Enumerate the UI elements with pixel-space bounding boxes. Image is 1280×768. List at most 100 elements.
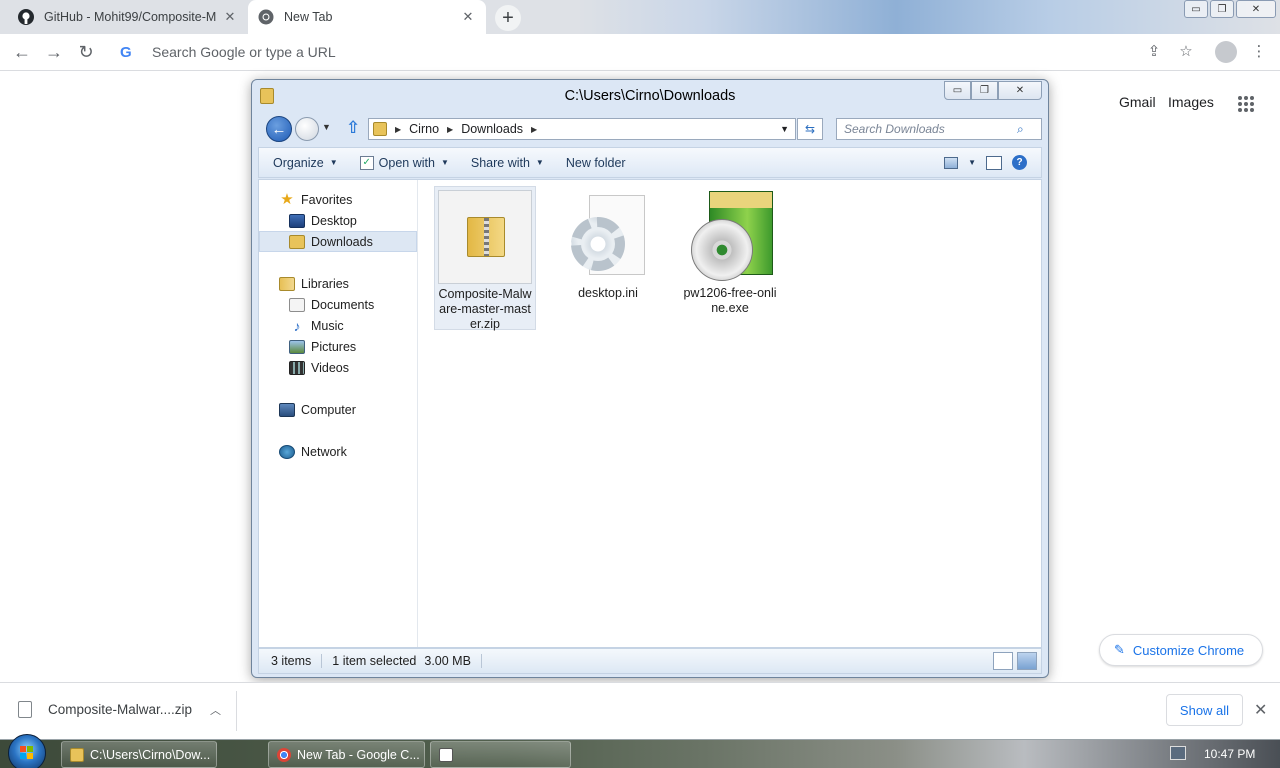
customize-label: Customize Chrome	[1132, 642, 1245, 658]
nav-item-videos[interactable]: Videos	[259, 357, 417, 378]
breadcrumb-item-cirno[interactable]: Cirno	[409, 122, 439, 136]
chevron-right-icon[interactable]: ▶	[531, 125, 537, 134]
nav-label: Libraries	[301, 276, 349, 291]
network-icon	[279, 444, 295, 459]
large-icons-view-icon[interactable]	[1017, 652, 1037, 670]
details-view-icon[interactable]	[993, 652, 1013, 670]
tab-new-tab[interactable]: New Tab ✕	[248, 0, 486, 34]
chevron-down-icon[interactable]: ▼	[968, 158, 976, 167]
explorer-window-controls: ▭ ❐ ✕	[944, 81, 1042, 100]
taskbar-button-app[interactable]	[430, 741, 571, 768]
customize-chrome-button[interactable]: ✎ Customize Chrome	[1099, 634, 1263, 666]
new-folder-label: New folder	[565, 155, 626, 170]
nav-item-network[interactable]: Network	[259, 441, 417, 462]
breadcrumb-item-downloads[interactable]: Downloads	[461, 122, 523, 136]
search-input[interactable]	[837, 122, 1017, 136]
taskbar-label: C:\Users\Cirno\Dow...	[90, 747, 211, 762]
close-window-button[interactable]: ✕	[1236, 0, 1276, 18]
restore-button[interactable]: ❐	[1210, 0, 1234, 18]
nav-item-downloads[interactable]: Downloads	[259, 231, 417, 252]
explorer-close-button[interactable]: ✕	[998, 81, 1042, 100]
file-name: pw1206-free-online.exe	[683, 286, 777, 315]
clock[interactable]: 10:47 PM	[1204, 747, 1255, 761]
nav-item-computer[interactable]: Computer	[259, 399, 417, 420]
network-tray-icon[interactable]	[1170, 746, 1186, 760]
show-all-button[interactable]: Show all	[1166, 694, 1243, 726]
explorer-search[interactable]: ⌕	[836, 118, 1042, 140]
nav-item-pictures[interactable]: Pictures	[259, 336, 417, 357]
taskbar-button-explorer[interactable]: C:\Users\Cirno\Dow...	[61, 741, 217, 768]
back-arrow-icon[interactable]: ←	[12, 42, 32, 62]
up-arrow-icon[interactable]: ⇧	[346, 119, 360, 137]
open-with-label: Open with	[378, 155, 435, 170]
nav-item-music[interactable]: ♪ Music	[259, 315, 417, 336]
chevron-down-icon[interactable]: ▼	[780, 124, 789, 134]
chevron-up-icon[interactable]: ︿	[210, 702, 221, 718]
zip-folder-icon	[438, 190, 532, 284]
desktop-icon	[289, 213, 305, 228]
browser-toolbar: ← → ↻ G ⇪ ☆ ⋮	[0, 34, 1280, 71]
nav-label: Network	[301, 444, 347, 459]
explorer-minimize-button[interactable]: ▭	[944, 81, 971, 100]
tab-github[interactable]: GitHub - Mohit99/Composite-M ✕	[8, 0, 248, 34]
nav-item-desktop[interactable]: Desktop	[259, 210, 417, 231]
file-item-exe[interactable]: pw1206-free-online.exe	[679, 186, 781, 330]
forward-arrow-icon[interactable]: →	[44, 42, 64, 62]
folder-icon	[373, 122, 387, 136]
address-input[interactable]	[152, 44, 1052, 60]
preview-pane-icon[interactable]	[986, 155, 1002, 170]
file-item-zip[interactable]: Composite-Malware-master-master.zip	[434, 186, 536, 331]
omnibox[interactable]: G	[110, 37, 1206, 67]
tab-close-button[interactable]: ✕	[460, 9, 476, 25]
images-link[interactable]: Images	[1168, 94, 1214, 110]
reload-icon[interactable]: ↻	[76, 42, 96, 62]
change-view-icon[interactable]	[944, 156, 959, 169]
chrome-icon	[258, 9, 274, 25]
taskbar: C:\Users\Cirno\Dow... New Tab - Google C…	[0, 734, 1280, 768]
installer-icon	[683, 189, 777, 283]
settings-file-icon	[561, 189, 655, 283]
profile-avatar[interactable]	[1215, 41, 1237, 63]
share-icon[interactable]: ⇪	[1144, 42, 1164, 62]
selection-status: 1 item selected	[332, 654, 417, 668]
taskbar-label: New Tab - Google C...	[297, 747, 420, 762]
command-bar: Organize ▼ ✓ Open with ▼ Share with ▼ Ne…	[258, 147, 1042, 178]
download-item[interactable]: Composite-Malwar....zip ︿	[18, 701, 221, 718]
close-icon[interactable]: ✕	[1254, 700, 1267, 720]
help-icon[interactable]: ?	[1012, 155, 1027, 170]
download-item-name: Composite-Malwar....zip	[48, 702, 193, 717]
film-strip-icon	[289, 360, 305, 375]
start-button[interactable]	[8, 734, 46, 768]
refresh-button[interactable]: ⇆	[797, 118, 823, 140]
tab-close-button[interactable]: ✕	[222, 9, 238, 25]
nav-label: Documents	[311, 297, 375, 312]
nav-item-favorites[interactable]: ★ Favorites	[259, 189, 417, 210]
recent-pages-dropdown-icon[interactable]: ▼	[322, 122, 331, 132]
chevron-down-icon: ▼	[440, 158, 449, 167]
new-tab-button[interactable]: +	[495, 5, 521, 31]
forward-button[interactable]	[295, 117, 319, 141]
new-folder-button[interactable]: New folder	[566, 156, 626, 170]
taskbar-button-chrome[interactable]: New Tab - Google C...	[268, 741, 425, 768]
chevron-right-icon[interactable]: ▶	[395, 125, 401, 134]
chrome-icon	[277, 747, 291, 762]
nav-item-documents[interactable]: Documents	[259, 294, 417, 315]
gmail-link[interactable]: Gmail	[1119, 94, 1156, 110]
organize-button[interactable]: Organize ▼	[273, 156, 338, 170]
explorer-restore-button[interactable]: ❐	[971, 81, 998, 100]
minimize-button[interactable]: ▭	[1184, 0, 1208, 18]
nav-label: Music	[311, 318, 344, 333]
chevron-right-icon[interactable]: ▶	[447, 125, 453, 134]
file-name: Composite-Malware-master-master.zip	[438, 287, 532, 331]
breadcrumb[interactable]: ▶ Cirno ▶ Downloads ▶ ▼	[368, 118, 796, 140]
back-button[interactable]: ←	[266, 116, 292, 142]
open-with-button[interactable]: ✓ Open with ▼	[359, 155, 449, 170]
pencil-icon: ✎	[1114, 642, 1125, 657]
selection-size: 3.00 MB	[416, 654, 482, 668]
google-apps-icon[interactable]	[1238, 96, 1254, 112]
menu-dots-icon[interactable]: ⋮	[1249, 42, 1269, 62]
bookmark-star-icon[interactable]: ☆	[1176, 42, 1196, 62]
share-with-button[interactable]: Share with ▼	[471, 156, 544, 170]
nav-item-libraries[interactable]: Libraries	[259, 273, 417, 294]
file-item-desktop-ini[interactable]: desktop.ini	[557, 186, 659, 330]
